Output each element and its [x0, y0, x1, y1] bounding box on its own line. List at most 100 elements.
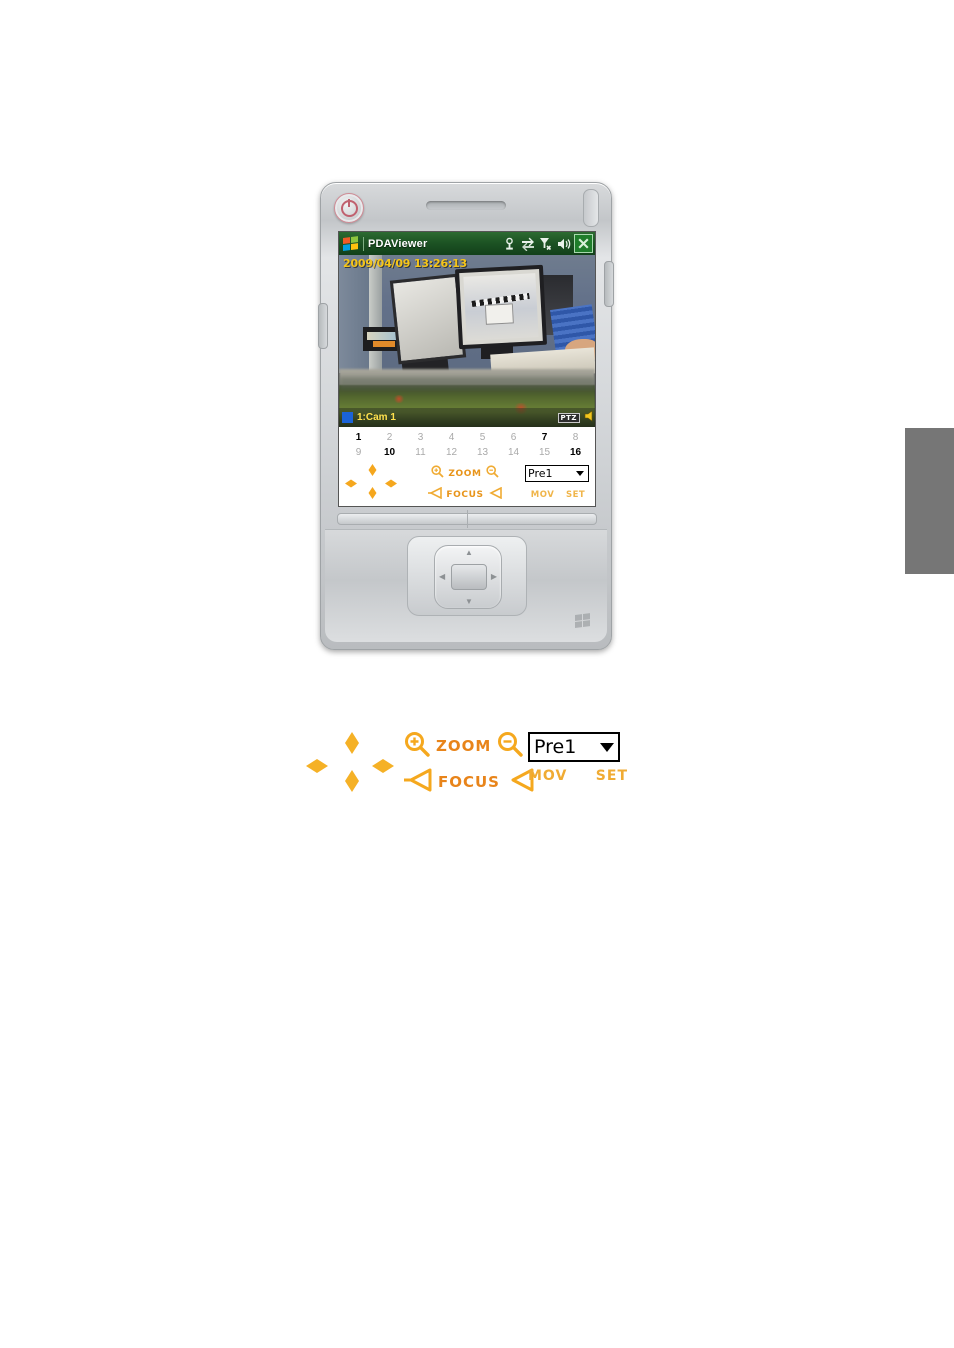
ptz-badge: PTZ	[557, 412, 580, 423]
ptz-preset-column: Pre1 MOV SET	[525, 463, 591, 505]
dpad-navigation[interactable]: ▲ ▼ ◀ ▶	[434, 545, 502, 609]
chevron-down-icon	[600, 742, 614, 752]
preset-dropdown[interactable]: Pre1	[525, 465, 589, 482]
side-button-left[interactable]	[318, 303, 328, 349]
channel-button-16[interactable]: 16	[560, 445, 591, 460]
zoom-in-icon[interactable]	[404, 731, 430, 762]
figure-zoom-row: ZOOM	[404, 728, 524, 764]
channel-button-2[interactable]: 2	[374, 430, 405, 445]
navigation-cluster: ▲ ▼ ◀ ▶	[407, 536, 527, 616]
figure-direction-pad	[304, 732, 400, 796]
video-view[interactable]: 2009/04/09 13:26:13 1:Cam 1 PTZ	[339, 255, 595, 427]
arrow-right-icon[interactable]	[385, 476, 397, 491]
ptz-zoom-focus-column: ZOOM FOCUS	[405, 463, 525, 505]
channel-grid: 1 2 3 4 5 6 7 8 9 10 11 12 13 14 15 16	[339, 427, 595, 461]
channel-button-13[interactable]: 13	[467, 445, 498, 460]
preset-actions: MOV SET	[525, 484, 591, 505]
channel-button-7[interactable]: 7	[529, 430, 560, 445]
speaker-icon[interactable]	[584, 409, 595, 427]
side-button-right[interactable]	[604, 261, 614, 307]
camera-label-bar: 1:Cam 1 PTZ	[339, 408, 595, 427]
bottom-bezel-strip	[337, 510, 597, 528]
arrow-left-icon[interactable]	[345, 476, 357, 491]
arrow-down-icon[interactable]	[338, 770, 366, 792]
arrow-left-icon[interactable]	[306, 752, 328, 780]
chevron-down-icon	[576, 471, 584, 476]
channel-button-5[interactable]: 5	[467, 430, 498, 445]
dpad-left-icon: ◀	[439, 572, 446, 581]
dpad-center-button[interactable]	[451, 564, 487, 590]
zoom-out-icon[interactable]	[497, 731, 524, 762]
power-icon	[340, 198, 358, 217]
pda-device: PDAViewer 2009/04/09 13:26:13 1:Cam 1 PT…	[318, 182, 614, 650]
dpad-down-icon: ▼	[465, 597, 473, 606]
channel-button-12[interactable]: 12	[436, 445, 467, 460]
arrow-right-icon[interactable]	[372, 752, 394, 780]
earpiece-speaker	[426, 201, 506, 210]
figure-focus-row: FOCUS	[404, 764, 534, 800]
ptz-detail-figure: ZOOM FOCUS Pre1 MOV SET	[296, 728, 636, 800]
zoom-out-icon[interactable]	[485, 464, 499, 483]
status-icon-group	[503, 237, 571, 251]
arrow-up-icon[interactable]	[365, 464, 380, 476]
video-timestamp: 2009/04/09 13:26:13	[343, 257, 468, 270]
camera-name: 1:Cam 1	[357, 412, 396, 423]
channel-button-15[interactable]: 15	[529, 445, 560, 460]
channel-button-4[interactable]: 4	[436, 430, 467, 445]
zoom-in-icon[interactable]	[431, 464, 445, 483]
channel-button-10[interactable]: 10	[374, 445, 405, 460]
channel-button-11[interactable]: 11	[405, 445, 436, 460]
video-frame	[339, 255, 595, 427]
preset-move-button[interactable]: MOV	[531, 490, 555, 500]
figure-preset-actions: MOV SET	[528, 768, 628, 784]
data-transfer-icon[interactable]	[521, 237, 534, 251]
focus-row: FOCUS	[405, 484, 525, 505]
channel-button-3[interactable]: 3	[405, 430, 436, 445]
power-button[interactable]	[334, 193, 364, 223]
title-divider	[363, 236, 364, 251]
figure-preset-dropdown[interactable]: Pre1	[528, 732, 620, 762]
windows-flag-icon	[343, 235, 359, 252]
focus-far-icon[interactable]	[488, 486, 502, 504]
app-title: PDAViewer	[368, 237, 428, 250]
preset-value: Pre1	[528, 467, 553, 480]
dpad-right-icon: ▶	[490, 572, 497, 581]
pda-screen: PDAViewer 2009/04/09 13:26:13 1:Cam 1 PT…	[338, 231, 596, 507]
zoom-label: ZOOM	[448, 468, 482, 479]
page-edge-tab	[905, 428, 954, 574]
antenna-signal-icon[interactable]	[503, 237, 516, 251]
hardware-button-area: ▲ ▼ ◀ ▶	[325, 529, 607, 642]
figure-set-button[interactable]: SET	[596, 768, 628, 784]
camera-color-swatch	[342, 412, 353, 423]
channel-button-6[interactable]: 6	[498, 430, 529, 445]
ptz-direction-pad	[343, 463, 405, 505]
channel-button-8[interactable]: 8	[560, 430, 591, 445]
no-signal-icon[interactable]	[539, 237, 552, 251]
arrow-down-icon[interactable]	[365, 487, 380, 499]
zoom-row: ZOOM	[405, 463, 525, 484]
figure-preset-value: Pre1	[534, 736, 577, 758]
focus-near-icon[interactable]	[428, 486, 443, 504]
volume-icon[interactable]	[557, 237, 571, 251]
arrow-up-icon[interactable]	[338, 732, 366, 754]
device-top-bezel	[321, 183, 611, 231]
figure-zoom-focus-column: ZOOM FOCUS	[404, 728, 534, 800]
focus-label: FOCUS	[438, 773, 500, 791]
stylus-slot	[583, 189, 599, 227]
channel-button-1[interactable]: 1	[343, 430, 374, 445]
preset-row: Pre1	[525, 463, 591, 484]
figure-move-button[interactable]: MOV	[528, 768, 567, 784]
channel-row-2: 9 10 11 12 13 14 15 16	[343, 445, 591, 460]
channel-button-14[interactable]: 14	[498, 445, 529, 460]
channel-button-9[interactable]: 9	[343, 445, 374, 460]
focus-label: FOCUS	[446, 489, 484, 500]
close-button[interactable]	[574, 234, 593, 253]
channel-row-1: 1 2 3 4 5 6 7 8	[343, 430, 591, 445]
dpad-up-icon: ▲	[465, 548, 473, 557]
preset-set-button[interactable]: SET	[566, 490, 585, 500]
device-bottom-hardware: ▲ ▼ ◀ ▶	[321, 509, 611, 649]
windows-logo-icon	[575, 613, 591, 629]
focus-near-icon[interactable]	[404, 768, 432, 797]
zoom-label: ZOOM	[436, 737, 492, 755]
title-bar: PDAViewer	[339, 232, 595, 255]
